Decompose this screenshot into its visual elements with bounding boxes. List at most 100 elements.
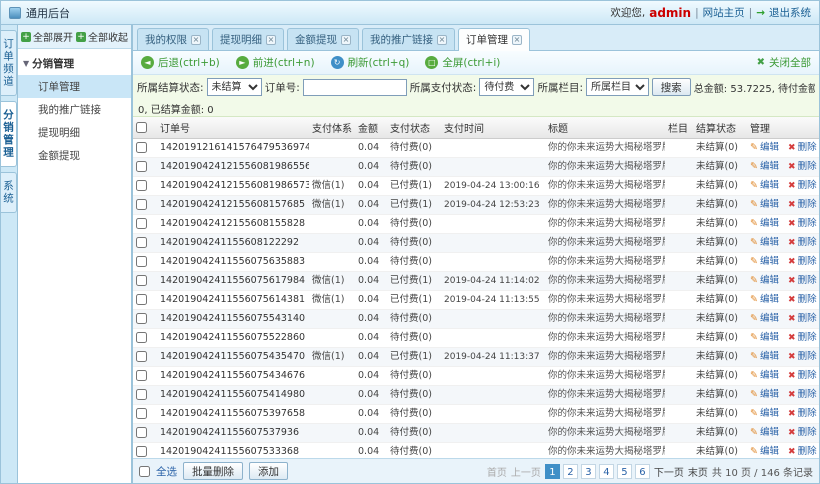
next-page-link[interactable]: 下一页 (654, 464, 684, 479)
back-button[interactable]: ◄后退(ctrl+b) (141, 55, 220, 70)
row-checkbox[interactable] (136, 332, 147, 343)
row-checkbox[interactable] (136, 237, 147, 248)
delete-link[interactable]: ✖删除 (788, 199, 817, 210)
fullscreen-button[interactable]: □全屏(ctrl+i) (425, 55, 500, 70)
sidebar-item-order-management[interactable]: 订单管理 (18, 75, 131, 98)
edit-link[interactable]: ✎编辑 (750, 408, 779, 419)
row-checkbox[interactable] (136, 161, 147, 172)
sidebar-item-promo-links[interactable]: 我的推广链接 (18, 98, 131, 121)
last-page-link[interactable]: 末页 (688, 464, 708, 479)
delete-link[interactable]: ✖删除 (788, 446, 817, 457)
delete-link[interactable]: ✖删除 (788, 370, 817, 381)
forward-button[interactable]: ►前进(ctrl+n) (236, 55, 315, 70)
close-icon[interactable]: × (266, 35, 276, 45)
expand-all-link[interactable]: +全部展开 (21, 29, 73, 44)
tree-group-distribution[interactable]: ▼ 分销管理 (18, 52, 131, 75)
delete-link[interactable]: ✖删除 (788, 427, 817, 438)
delete-link[interactable]: ✖删除 (788, 294, 817, 305)
pay-time-cell (441, 309, 545, 328)
tab-withdraw-detail[interactable]: 提现明细 × (212, 28, 284, 50)
edit-label: 编辑 (760, 218, 779, 229)
row-checkbox[interactable] (136, 275, 147, 286)
row-checkbox[interactable] (136, 408, 147, 419)
pay-status-select[interactable]: 待付费 (479, 78, 534, 96)
close-icon[interactable]: × (512, 35, 522, 45)
tab-order-management[interactable]: 订单管理 × (458, 28, 530, 51)
row-checkbox[interactable] (136, 427, 147, 438)
collapse-all-link[interactable]: +全部收起 (76, 29, 128, 44)
home-link[interactable]: 网站主页 (703, 5, 745, 20)
delete-link[interactable]: ✖删除 (788, 332, 817, 343)
edit-link[interactable]: ✎编辑 (750, 351, 779, 362)
tab-amount-withdraw[interactable]: 金额提现 × (287, 28, 359, 50)
select-all-link[interactable]: 全选 (156, 464, 177, 479)
page-button-5[interactable]: 5 (617, 464, 632, 479)
logout-link[interactable]: 退出系统 (769, 5, 811, 20)
edit-link[interactable]: ✎编辑 (750, 180, 779, 191)
batch-delete-button[interactable]: 批量删除 (183, 462, 243, 480)
delete-link[interactable]: ✖删除 (788, 256, 817, 267)
row-checkbox[interactable] (136, 370, 147, 381)
page-button-1[interactable]: 1 (545, 464, 560, 479)
delete-link[interactable]: ✖删除 (788, 180, 817, 191)
row-checkbox[interactable] (136, 446, 147, 457)
page-button-3[interactable]: 3 (581, 464, 596, 479)
row-checkbox[interactable] (136, 142, 147, 153)
close-icon[interactable]: × (341, 35, 351, 45)
edit-link[interactable]: ✎编辑 (750, 370, 779, 381)
edit-link[interactable]: ✎编辑 (750, 218, 779, 229)
row-checkbox[interactable] (136, 256, 147, 267)
sidebar-item-amount-withdraw[interactable]: 金额提现 (18, 144, 131, 167)
edit-link[interactable]: ✎编辑 (750, 389, 779, 400)
tab-my-permissions[interactable]: 我的权限 × (137, 28, 209, 50)
channel-tab-distribution[interactable]: 分销管理 (1, 101, 17, 167)
select-all-header-checkbox[interactable] (136, 122, 147, 133)
delete-link[interactable]: ✖删除 (788, 218, 817, 229)
close-icon[interactable]: × (437, 35, 447, 45)
edit-link[interactable]: ✎编辑 (750, 332, 779, 343)
row-checkbox[interactable] (136, 218, 147, 229)
search-button[interactable]: 搜索 (652, 78, 691, 96)
add-button[interactable]: 添加 (249, 462, 288, 480)
column-select[interactable]: 所属栏目 (586, 78, 649, 96)
delete-link[interactable]: ✖删除 (788, 237, 817, 248)
channel-tab-orders[interactable]: 订单频道 (1, 30, 17, 96)
edit-link[interactable]: ✎编辑 (750, 161, 779, 172)
delete-link[interactable]: ✖删除 (788, 389, 817, 400)
row-checkbox[interactable] (136, 199, 147, 210)
row-checkbox[interactable] (136, 389, 147, 400)
edit-link[interactable]: ✎编辑 (750, 256, 779, 267)
edit-link[interactable]: ✎编辑 (750, 446, 779, 457)
delete-link[interactable]: ✖删除 (788, 275, 817, 286)
edit-link[interactable]: ✎编辑 (750, 275, 779, 286)
page-button-6[interactable]: 6 (635, 464, 650, 479)
first-page-link[interactable]: 首页 (487, 464, 507, 479)
prev-page-link[interactable]: 上一页 (511, 464, 541, 479)
row-checkbox[interactable] (136, 351, 147, 362)
row-checkbox[interactable] (136, 294, 147, 305)
row-checkbox[interactable] (136, 313, 147, 324)
delete-link[interactable]: ✖删除 (788, 161, 817, 172)
channel-tab-system[interactable]: 系统 (1, 172, 17, 213)
settle-status-select[interactable]: 未结算 (207, 78, 262, 96)
refresh-button[interactable]: ↻刷新(ctrl+q) (331, 55, 410, 70)
delete-link[interactable]: ✖删除 (788, 408, 817, 419)
select-all-checkbox[interactable] (139, 466, 150, 477)
order-number-input[interactable] (303, 79, 407, 96)
edit-link[interactable]: ✎编辑 (750, 237, 779, 248)
close-icon[interactable]: × (191, 35, 201, 45)
edit-link[interactable]: ✎编辑 (750, 199, 779, 210)
sidebar-item-withdraw-detail[interactable]: 提现明细 (18, 121, 131, 144)
edit-link[interactable]: ✎编辑 (750, 427, 779, 438)
page-button-2[interactable]: 2 (563, 464, 578, 479)
edit-link[interactable]: ✎编辑 (750, 313, 779, 324)
edit-link[interactable]: ✎编辑 (750, 142, 779, 153)
edit-link[interactable]: ✎编辑 (750, 294, 779, 305)
page-button-4[interactable]: 4 (599, 464, 614, 479)
delete-link[interactable]: ✖删除 (788, 351, 817, 362)
row-checkbox[interactable] (136, 180, 147, 191)
tab-promo-links[interactable]: 我的推广链接 × (362, 28, 455, 50)
close-all-button[interactable]: ✖关闭全部 (757, 55, 811, 70)
delete-link[interactable]: ✖删除 (788, 313, 817, 324)
delete-link[interactable]: ✖删除 (788, 142, 817, 153)
